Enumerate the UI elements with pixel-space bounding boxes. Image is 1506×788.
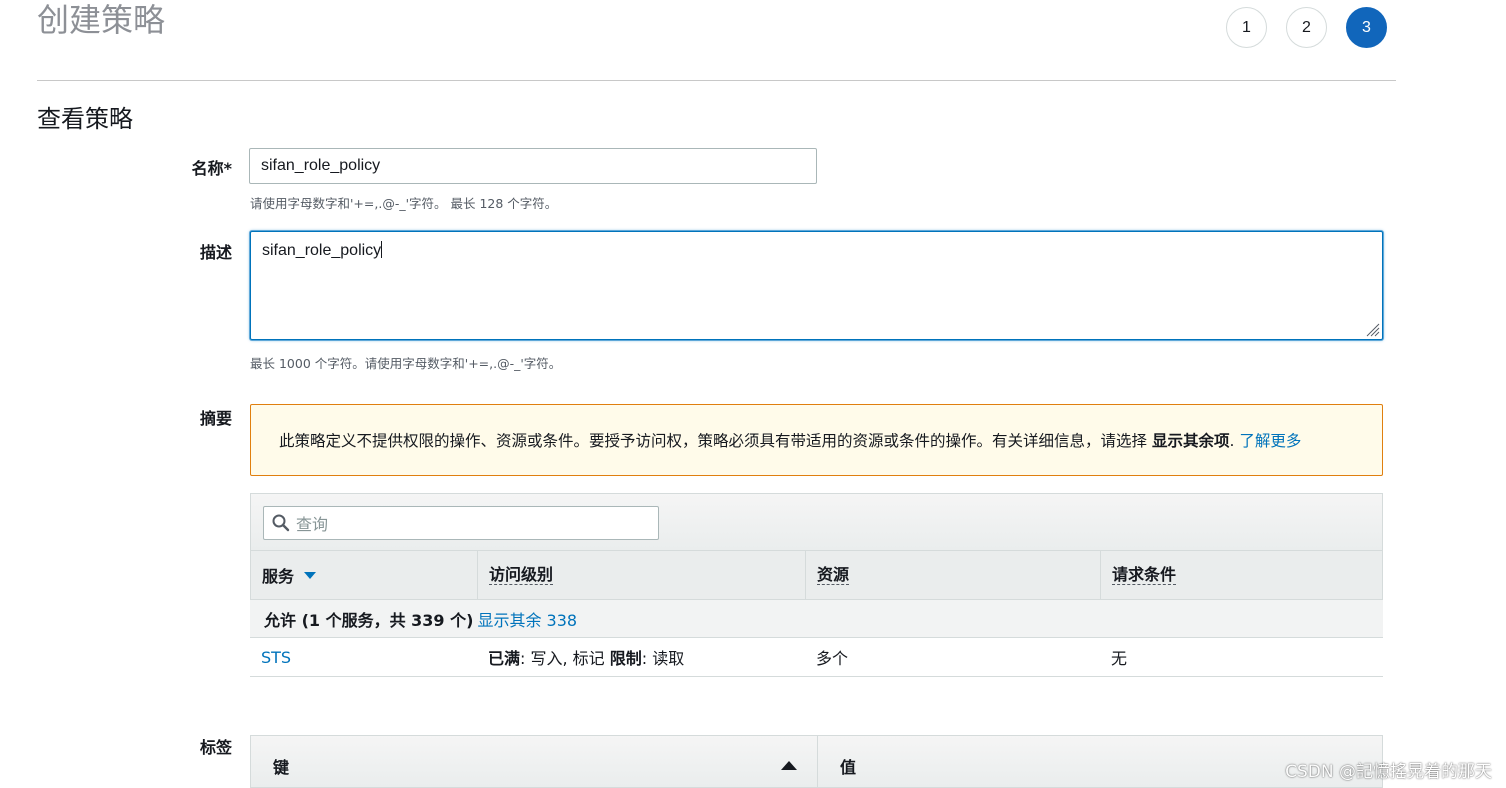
condition-cell: 无 <box>1111 649 1128 668</box>
name-hint: 请使用字母数字和'+=,.@-_'字符。 最长 128 个字符。 <box>250 196 558 211</box>
name-label: 名称* <box>191 159 232 178</box>
column-header-label: 值 <box>840 757 857 777</box>
column-header-label: 请求条件 <box>1112 564 1177 585</box>
table-header: 服务 访问级别 资源 请求条件 <box>250 550 1383 600</box>
description-textarea[interactable]: sifan_role_policy <box>250 231 1383 340</box>
text-caret <box>381 241 383 258</box>
column-header-label: 资源 <box>817 564 850 585</box>
column-header-access-level[interactable]: 访问级别 <box>478 551 806 599</box>
column-header-label: 键 <box>273 757 290 777</box>
sort-descending-icon[interactable] <box>304 571 317 579</box>
section-title: 查看策略 <box>37 105 133 133</box>
resource-cell: 多个 <box>816 649 849 668</box>
page-title: 创建策略 <box>37 1 166 39</box>
step-1[interactable]: 1 <box>1226 7 1267 48</box>
search-input[interactable]: 查询 <box>263 506 659 540</box>
header-divider <box>37 80 1396 81</box>
summary-table: 查询 服务 访问级别 资源 请求条件 允许 (1 个服务，共 339 个) 显示… <box>250 493 1383 677</box>
tags-table: 键 值 <box>250 735 1383 788</box>
resize-grip-icon[interactable] <box>1364 321 1380 337</box>
table-row: STS 已满: 写入, 标记 限制: 读取 多个 无 <box>250 638 1383 677</box>
access-value-limited: : 读取 <box>641 649 685 668</box>
watermark: CSDN @記憶搖晃着的那天 <box>1285 762 1492 782</box>
access-label-limited: 限制 <box>609 649 642 668</box>
access-value-full: : 写入, 标记 <box>520 649 605 668</box>
alert-period: . <box>1229 432 1240 450</box>
sort-ascending-icon[interactable] <box>781 761 797 770</box>
step-3-active[interactable]: 3 <box>1346 7 1387 48</box>
group-label: 允许 (1 个服务，共 339 个) <box>264 610 474 630</box>
description-label: 描述 <box>199 243 232 262</box>
name-input-value: sifan_role_policy <box>261 157 381 174</box>
table-group-row: 允许 (1 个服务，共 339 个) 显示其余 338 <box>250 600 1383 638</box>
search-icon <box>272 514 290 532</box>
tags-label: 标签 <box>199 738 232 757</box>
access-label-full: 已满 <box>488 649 521 668</box>
warning-alert: 此策略定义不提供权限的操作、资源或条件。要授予访问权，策略必须具有带适用的资源或… <box>250 404 1383 476</box>
show-remaining-link[interactable]: 显示其余 338 <box>477 607 577 631</box>
step-2[interactable]: 2 <box>1286 7 1327 48</box>
alert-bold-text: 显示其余项 <box>1151 432 1230 450</box>
column-header-resource[interactable]: 资源 <box>806 551 1101 599</box>
alert-text: 此策略定义不提供权限的操作、资源或条件。要授予访问权，策略必须具有带适用的资源或… <box>279 432 1152 450</box>
name-input[interactable]: sifan_role_policy <box>249 148 817 184</box>
service-link[interactable]: STS <box>261 648 291 667</box>
description-hint: 最长 1000 个字符。请使用字母数字和'+=,.@-_'字符。 <box>250 356 562 371</box>
summary-label: 摘要 <box>199 409 232 428</box>
table-toolbar: 查询 <box>250 493 1383 550</box>
wizard-steps: 1 2 3 <box>1226 7 1387 48</box>
column-header-key[interactable]: 键 <box>251 736 818 787</box>
column-header-label: 访问级别 <box>489 564 554 585</box>
access-level-cell: 已满: 写入, 标记 限制: 读取 <box>477 638 805 676</box>
column-header-service[interactable]: 服务 <box>251 551 478 599</box>
description-value: sifan_role_policy <box>262 242 382 259</box>
learn-more-link[interactable]: 了解更多 <box>1239 432 1301 450</box>
column-header-request-condition[interactable]: 请求条件 <box>1101 551 1382 599</box>
column-header-label: 服务 <box>262 567 295 586</box>
search-placeholder: 查询 <box>296 515 329 534</box>
